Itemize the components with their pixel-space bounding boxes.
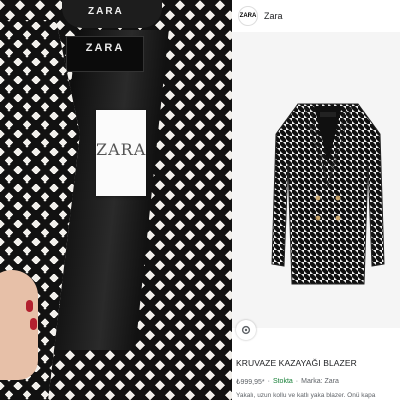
lens-button[interactable] [236, 320, 256, 340]
product-price: ₺999,95* [236, 379, 265, 386]
source-header[interactable]: ZARA Zara [232, 0, 400, 33]
stock-status: Stokta [272, 378, 293, 385]
product-title[interactable]: KRUVAZE KAZAYAĞI BLAZER [236, 358, 400, 368]
blazer-figure [271, 103, 385, 285]
lens-icon [241, 325, 251, 335]
zara-logo-icon: ZARA [238, 6, 258, 26]
neck-label-logo: ZARA [85, 42, 125, 54]
product-meta: ₺999,95* · Stokta · Marka: Zara [236, 378, 400, 386]
product-image[interactable] [232, 32, 400, 328]
product-description: Yakalı, uzun kollu ve katlı yaka blazer.… [236, 392, 376, 399]
nail [26, 300, 33, 312]
hanger-brand: ZARA [88, 6, 124, 17]
hang-tag: ZARA [96, 110, 146, 196]
hang-tag-logo: ZARA [96, 140, 147, 159]
brand-label: Marka: Zara [301, 378, 339, 385]
nail [30, 318, 37, 330]
jacket-photo[interactable]: ZARA ZARA ZARA [0, 0, 232, 400]
site-name[interactable]: Zara [264, 11, 283, 21]
neck-label: ZARA [66, 36, 144, 72]
separator: · [267, 378, 270, 385]
separator: · [295, 378, 299, 385]
